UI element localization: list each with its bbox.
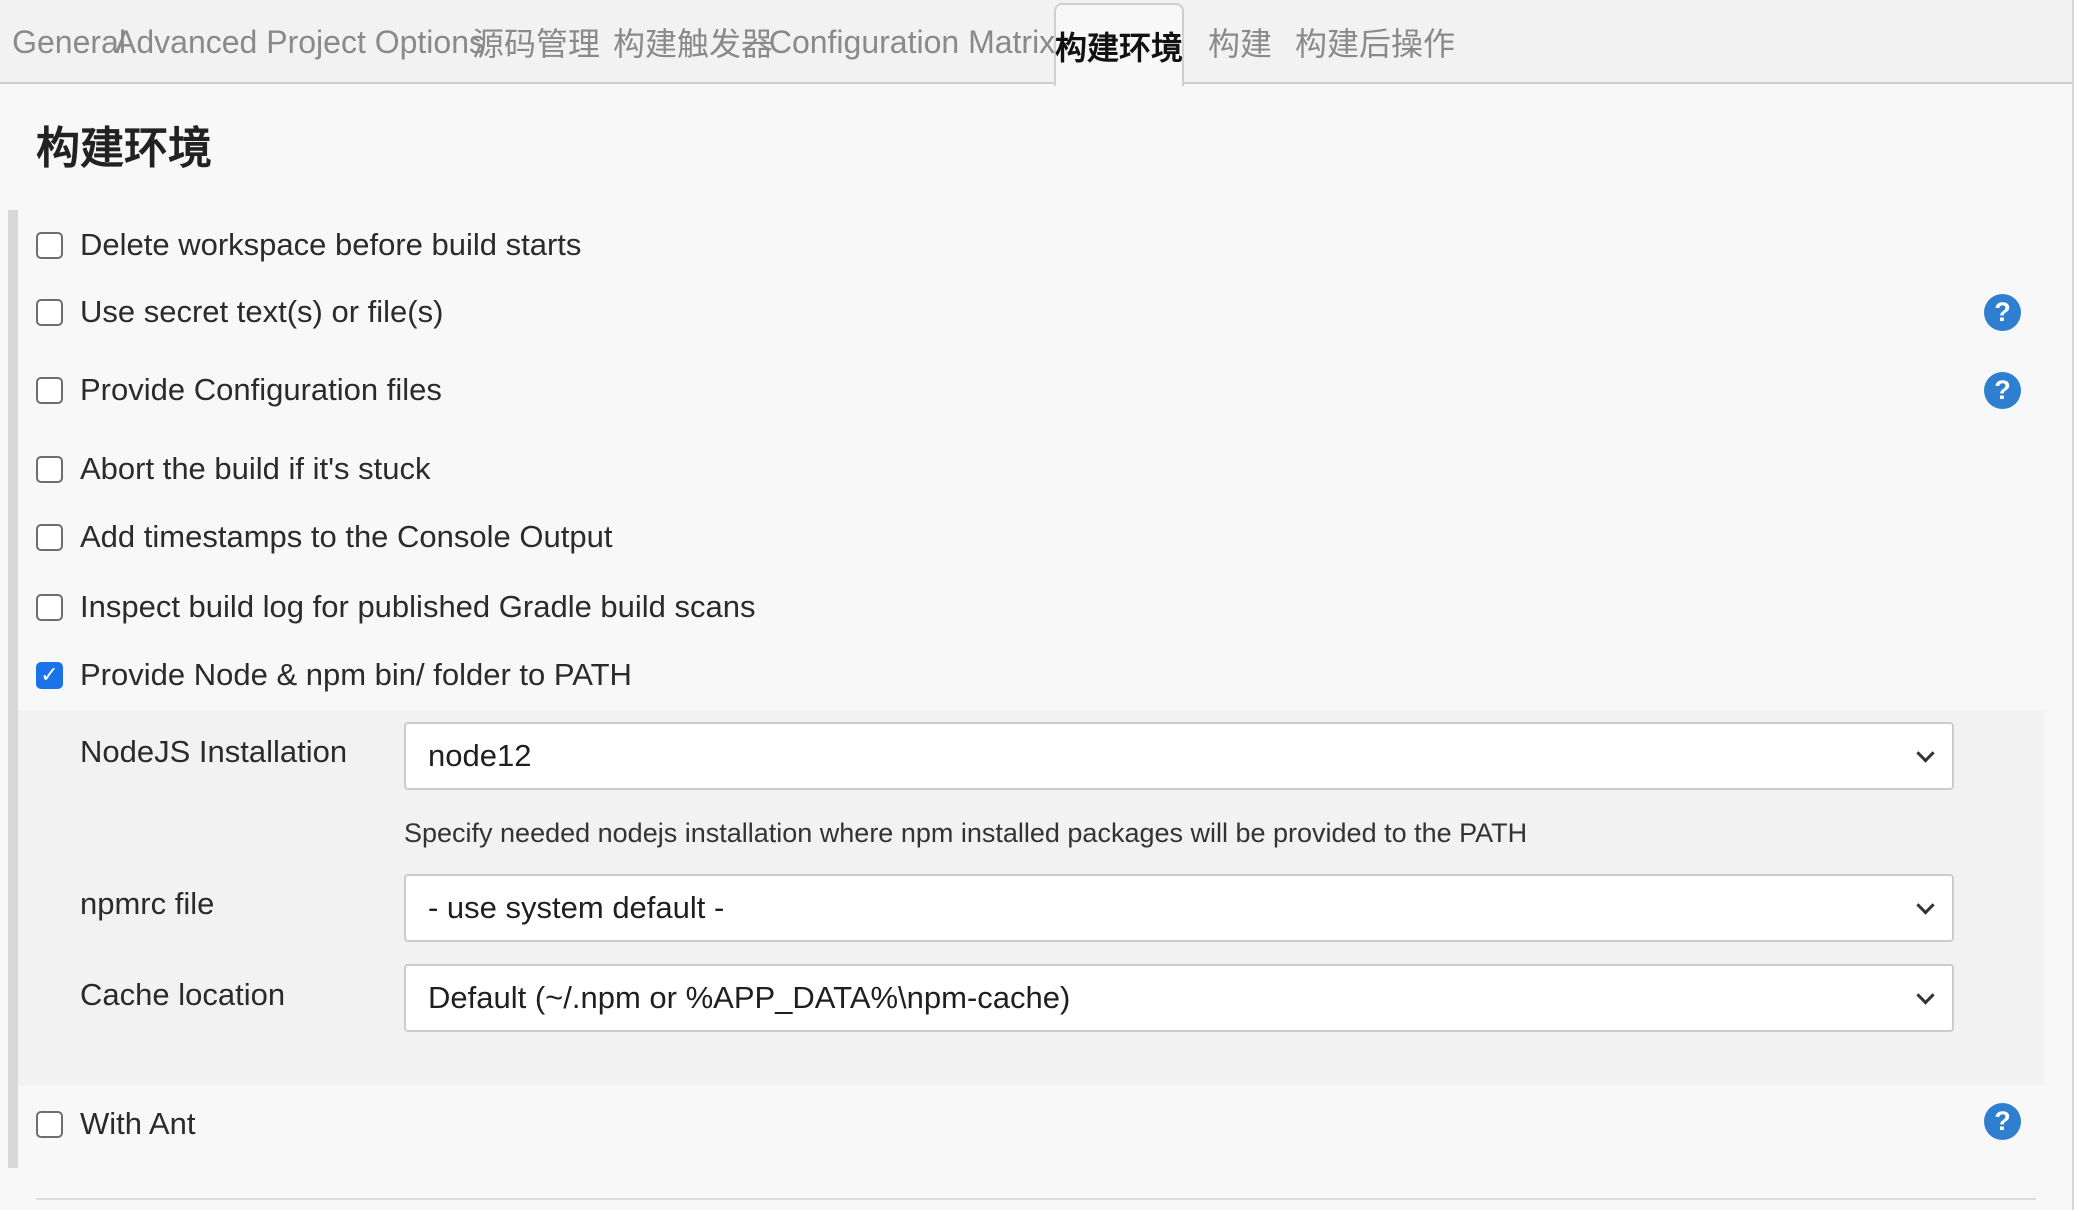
- chevron-down-icon: [1916, 744, 1935, 763]
- option-inspect-gradle-scans: Inspect build log for published Gradle b…: [36, 589, 756, 625]
- option-provide-node-npm: ✓ Provide Node & npm bin/ folder to PATH: [36, 657, 632, 693]
- option-abort-if-stuck: Abort the build if it's stuck: [36, 451, 431, 487]
- cache-location-select[interactable]: Default (~/.npm or %APP_DATA%\npm-cache): [404, 964, 1954, 1032]
- tab-advanced-project-options[interactable]: Advanced Project Options: [115, 0, 485, 84]
- with-ant-label[interactable]: With Ant: [80, 1106, 195, 1142]
- add-timestamps-label[interactable]: Add timestamps to the Console Output: [80, 519, 612, 555]
- abort-if-stuck-label[interactable]: Abort the build if it's stuck: [80, 451, 431, 487]
- panel-right-border: [2072, 0, 2074, 1210]
- tab-build[interactable]: 构建: [1208, 0, 1272, 84]
- tab-post-build-actions[interactable]: 构建后操作: [1295, 0, 1455, 84]
- option-with-ant: With Ant: [36, 1106, 195, 1142]
- option-provide-config-files: Provide Configuration files: [36, 372, 442, 408]
- use-secret-text-checkbox[interactable]: [36, 298, 63, 326]
- inspect-gradle-scans-checkbox[interactable]: [36, 593, 63, 621]
- nodejs-installation-hint: Specify needed nodejs installation where…: [404, 818, 1528, 848]
- abort-if-stuck-checkbox[interactable]: [36, 455, 63, 483]
- jenkins-config-page: General Advanced Project Options 源码管理 构建…: [0, 0, 2086, 1210]
- chevron-down-icon: [1916, 986, 1935, 1005]
- question-mark-help-icon[interactable]: ?: [1984, 1103, 2021, 1140]
- provide-node-npm-label[interactable]: Provide Node & npm bin/ folder to PATH: [80, 657, 632, 693]
- npmrc-file-label: npmrc file: [80, 886, 215, 921]
- option-delete-workspace: Delete workspace before build starts: [36, 227, 581, 263]
- section-title: 构建环境: [36, 124, 212, 173]
- tab-general[interactable]: General: [12, 0, 126, 84]
- tab-source-code-management[interactable]: 源码管理: [472, 0, 600, 84]
- checkmark-icon: ✓: [40, 662, 59, 687]
- inspect-gradle-scans-label[interactable]: Inspect build log for published Gradle b…: [80, 589, 756, 625]
- use-secret-text-label[interactable]: Use secret text(s) or file(s): [80, 294, 443, 330]
- npmrc-file-value: - use system default -: [428, 890, 725, 925]
- tab-build-environment[interactable]: 构建环境: [1054, 3, 1184, 86]
- nodejs-installation-value: node12: [428, 738, 532, 773]
- option-use-secret-text: Use secret text(s) or file(s): [36, 294, 443, 330]
- nodejs-installation-select[interactable]: node12: [404, 722, 1954, 790]
- delete-workspace-label[interactable]: Delete workspace before build starts: [80, 227, 581, 263]
- cache-location-label: Cache location: [80, 977, 286, 1012]
- npmrc-file-select[interactable]: - use system default -: [404, 874, 1954, 942]
- provide-node-npm-checkbox[interactable]: ✓: [36, 661, 63, 689]
- question-mark-help-icon[interactable]: ?: [1984, 372, 2021, 409]
- tab-configuration-matrix[interactable]: Configuration Matrix: [769, 0, 1055, 84]
- delete-workspace-checkbox[interactable]: [36, 231, 63, 259]
- provide-config-files-checkbox[interactable]: [36, 376, 63, 404]
- option-add-timestamps: Add timestamps to the Console Output: [36, 519, 612, 555]
- cache-location-value: Default (~/.npm or %APP_DATA%\npm-cache): [428, 980, 1071, 1015]
- chevron-down-icon: [1916, 896, 1935, 915]
- with-ant-checkbox[interactable]: [36, 1110, 63, 1138]
- section-indent-bar: [8, 210, 18, 1168]
- add-timestamps-checkbox[interactable]: [36, 523, 63, 551]
- question-mark-help-icon[interactable]: ?: [1984, 294, 2021, 331]
- section-bottom-divider: [36, 1198, 2036, 1200]
- nodejs-installation-label: NodeJS Installation: [80, 734, 348, 769]
- provide-config-files-label[interactable]: Provide Configuration files: [80, 372, 442, 408]
- config-tab-bar: General Advanced Project Options 源码管理 构建…: [0, 0, 2074, 86]
- tab-build-triggers[interactable]: 构建触发器: [613, 0, 773, 84]
